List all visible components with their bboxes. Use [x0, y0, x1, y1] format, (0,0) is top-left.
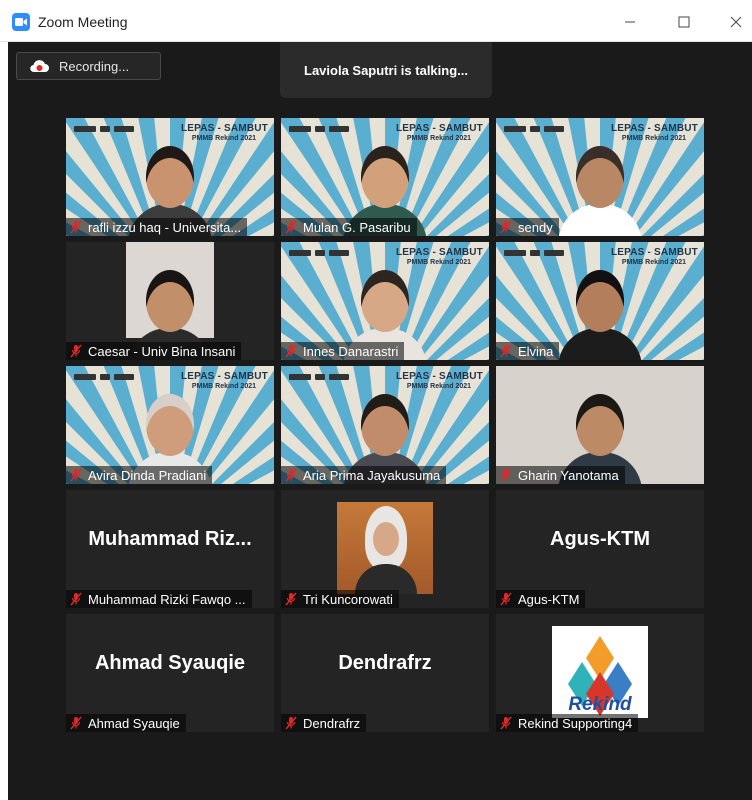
participant-name-label: Rekind Supporting4 [496, 714, 639, 732]
maximize-button[interactable] [664, 8, 704, 36]
muted-mic-icon [70, 716, 82, 730]
participant-name-label: Tri Kuncorowati [281, 590, 399, 608]
participant-name: Agus-KTM [518, 591, 580, 607]
participant-name: Aria Prima Jayakusuma [303, 467, 441, 483]
muted-mic-icon [70, 468, 82, 482]
participant-name: Rekind Supporting4 [518, 715, 633, 731]
muted-mic-icon [285, 716, 297, 730]
participant-name: Mulan G. Pasaribu [303, 219, 411, 235]
close-button[interactable] [716, 8, 752, 36]
participant-tile[interactable]: Muhammad Riz... Muhammad Rizki Fawqo ... [66, 490, 274, 608]
participant-name-label: Aria Prima Jayakusuma [281, 466, 447, 484]
muted-mic-icon [285, 220, 297, 234]
participant-tile[interactable]: LEPAS - SAMBUT PMMB Rekind 2021 Mulan G. P… [281, 118, 489, 236]
participant-tile[interactable]: Dendrafrz Dendrafrz [281, 614, 489, 732]
muted-mic-icon [285, 344, 297, 358]
muted-mic-icon [70, 344, 82, 358]
participant-name: Gharin Yanotama [518, 467, 619, 483]
participant-name-label: Elvina [496, 342, 560, 360]
participant-tile[interactable]: LEPAS - SAMBUT PMMB Rekind 2021 Innes Dana… [281, 242, 489, 360]
recording-label: Recording... [59, 59, 130, 74]
participant-name-label: Gharin Yanotama [496, 466, 625, 484]
muted-mic-icon [500, 468, 512, 482]
participant-name: sendy [518, 219, 553, 235]
participant-name-label: Ahmad Syauqie [66, 714, 186, 732]
rekind-logo: Rekind [552, 626, 648, 718]
muted-mic-icon [500, 592, 512, 606]
participant-name: Elvina [518, 343, 554, 359]
participant-name-label: Innes Danarastri [281, 342, 405, 360]
participant-display-name: Muhammad Riz... [88, 528, 252, 550]
participant-name-label: sendy [496, 218, 559, 236]
participant-name-label: Dendrafrz [281, 714, 367, 732]
muted-mic-icon [500, 716, 512, 730]
participant-name: Muhammad Rizki Fawqo ... [88, 591, 246, 607]
participant-tile[interactable]: Rekind Rekind Supporting4 [496, 614, 704, 732]
muted-mic-icon [70, 592, 82, 606]
participant-name-label: Mulan G. Pasaribu [281, 218, 417, 236]
zoom-app-icon [12, 13, 30, 31]
recording-button[interactable]: Recording... [16, 52, 161, 80]
participant-name-label: Muhammad Rizki Fawqo ... [66, 590, 252, 608]
window-title: Zoom Meeting [38, 14, 128, 30]
active-speaker-banner: Laviola Saputri is talking... [280, 42, 492, 98]
participant-name: Caesar - Univ Bina Insani [88, 343, 236, 359]
minimize-button[interactable] [610, 8, 650, 36]
participant-name: Avira Dinda Pradiani [88, 467, 207, 483]
rekind-logo-text: Rekind [568, 694, 632, 715]
participant-display-name: Dendrafrz [338, 652, 432, 674]
participant-tile[interactable]: LEPAS - SAMBUT PMMB Rekind 2021 sendy [496, 118, 704, 236]
participant-tile[interactable]: Agus-KTM Agus-KTM [496, 490, 704, 608]
muted-mic-icon [500, 344, 512, 358]
muted-mic-icon [285, 592, 297, 606]
muted-mic-icon [285, 468, 297, 482]
participant-tile[interactable]: Ahmad Syauqie Ahmad Syauqie [66, 614, 274, 732]
participant-tile[interactable]: Tri Kuncorowati [281, 490, 489, 608]
participant-name-label: Agus-KTM [496, 590, 586, 608]
participant-display-name: Ahmad Syauqie [94, 652, 246, 674]
participant-tile[interactable]: LEPAS - SAMBUT PMMB Rekind 2021 Elvina [496, 242, 704, 360]
participant-name-label: rafli izzu haq - Universita... [66, 218, 248, 236]
participant-name-label: Avira Dinda Pradiani [66, 466, 213, 484]
participant-tile[interactable]: Caesar - Univ Bina Insani [66, 242, 274, 360]
meeting-window: Recording... Laviola Saputri is talking.… [8, 42, 752, 800]
participant-name: Ahmad Syauqie [88, 715, 180, 731]
muted-mic-icon [500, 220, 512, 234]
participant-tile[interactable]: LEPAS - SAMBUT PMMB Rekind 2021 rafli izzu… [66, 118, 274, 236]
participant-tile[interactable]: LEPAS - SAMBUT PMMB Rekind 2021 Avira Dind… [66, 366, 274, 484]
profile-photo [337, 502, 433, 594]
close-icon [730, 16, 742, 28]
participant-name: Innes Danarastri [303, 343, 399, 359]
maximize-icon [678, 16, 690, 28]
title-bar: Zoom Meeting [0, 0, 752, 42]
participant-name-label: Caesar - Univ Bina Insani [66, 342, 242, 360]
minimize-icon [625, 21, 635, 23]
participant-tile[interactable]: LEPAS - SAMBUT PMMB Rekind 2021 Aria Prima… [281, 366, 489, 484]
participant-name: rafli izzu haq - Universita... [88, 219, 242, 235]
participant-tile[interactable]: Gharin Yanotama [496, 366, 704, 484]
participant-display-name: Agus-KTM [550, 528, 650, 550]
muted-mic-icon [70, 220, 82, 234]
cloud-recording-icon [30, 60, 49, 73]
participant-name: Tri Kuncorowati [303, 591, 393, 607]
participant-name: Dendrafrz [303, 715, 361, 731]
